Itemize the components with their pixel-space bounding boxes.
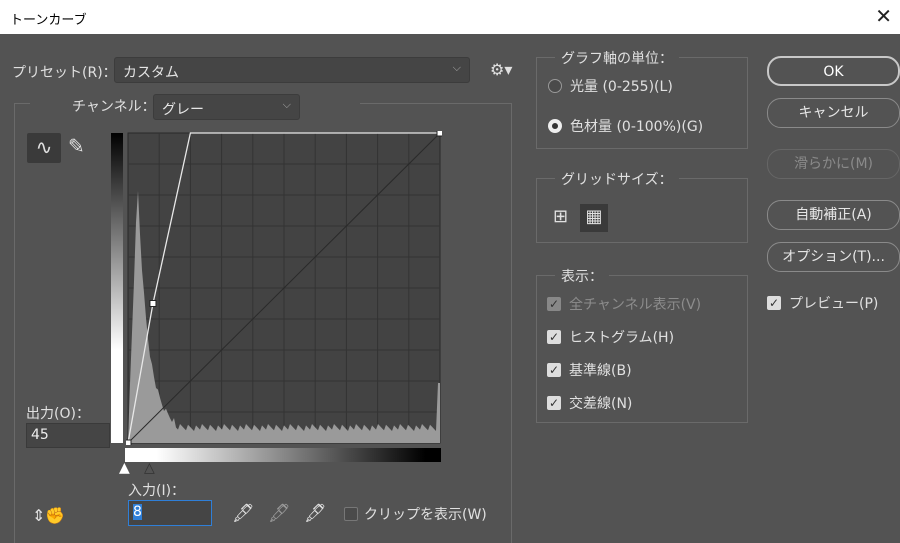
- chevron-down-icon: ⌵: [452, 61, 461, 74]
- pigment-radio[interactable]: [548, 119, 562, 133]
- preset-select[interactable]: カスタム ⌵: [114, 57, 470, 83]
- intersection-checkbox[interactable]: ✓: [547, 396, 561, 410]
- black-eyedropper-icon[interactable]: 🖋: [232, 503, 255, 524]
- grid-size-title: グリッドサイズ：: [555, 169, 679, 189]
- baseline-label: 基準線(B): [569, 363, 632, 379]
- preset-label: プリセット(R)：: [12, 65, 117, 81]
- baseline-checkbox[interactable]: ✓: [547, 363, 561, 377]
- hand-adjust-icon[interactable]: ⇕✊: [32, 506, 65, 525]
- window-title: トーンカーブ: [10, 13, 87, 28]
- pigment-label: 色材量 (0-100%)(G): [570, 119, 704, 135]
- channel-select[interactable]: グレー ⌵: [153, 94, 300, 120]
- intersection-label: 交差線(N): [569, 396, 633, 412]
- histogram-label: ヒストグラム(H): [569, 330, 675, 346]
- black-point-slider[interactable]: △: [144, 460, 155, 476]
- close-icon[interactable]: ✕: [875, 4, 892, 28]
- output-field[interactable]: 45: [26, 423, 110, 448]
- input-gradient-bar: [125, 448, 441, 462]
- display-title: 表示：: [555, 266, 609, 286]
- gray-eyedropper-icon[interactable]: 🖋: [268, 503, 291, 524]
- input-field[interactable]: 8: [128, 500, 212, 526]
- light-radio[interactable]: [548, 79, 562, 93]
- curve-point[interactable]: [126, 439, 132, 445]
- auto-button[interactable]: 自動補正(A): [767, 200, 900, 230]
- grid-coarse-icon[interactable]: ⊞: [553, 206, 568, 227]
- input-label: 入力(I)：: [128, 483, 186, 499]
- clip-label: クリップを表示(W): [364, 507, 487, 523]
- ok-button[interactable]: OK: [767, 56, 900, 86]
- curve-point[interactable]: [149, 300, 157, 307]
- cancel-button[interactable]: キャンセル: [767, 98, 900, 128]
- channel-label: チャンネル：: [72, 99, 156, 115]
- axis-unit-title: グラフ軸の単位：: [555, 48, 679, 68]
- all-channels-label: 全チャンネル表示(V): [569, 297, 702, 313]
- gear-icon[interactable]: ⚙▾: [490, 60, 512, 79]
- grid-fine-icon[interactable]: ▦: [580, 204, 608, 232]
- curve-graph[interactable]: [126, 131, 442, 445]
- chevron-down-icon: ⌵: [282, 98, 291, 111]
- input-value: 8: [133, 504, 142, 520]
- preview-label: プレビュー(P): [789, 296, 879, 312]
- light-label: 光量 (0-255)(L): [570, 79, 673, 95]
- curve-point[interactable]: [436, 131, 442, 137]
- all-channels-checkbox[interactable]: ✓: [547, 297, 561, 311]
- histogram-checkbox[interactable]: ✓: [547, 330, 561, 344]
- options-button[interactable]: オプション(T)...: [767, 242, 900, 272]
- clip-checkbox[interactable]: [344, 507, 358, 521]
- channel-value: グレー: [162, 102, 204, 118]
- white-eyedropper-icon[interactable]: 🖋: [304, 503, 327, 524]
- smooth-button[interactable]: 滑らかに(M): [767, 149, 900, 179]
- preset-value: カスタム: [123, 65, 179, 81]
- title-bar: トーンカーブ ✕: [0, 0, 900, 34]
- output-gradient-bar: [111, 133, 123, 443]
- pencil-icon[interactable]: ✎: [68, 134, 85, 158]
- curve-tool-icon[interactable]: ∿: [27, 133, 61, 163]
- preview-checkbox[interactable]: ✓: [767, 296, 781, 310]
- white-point-slider[interactable]: ▲: [119, 460, 130, 476]
- output-label: 出力(O)：: [26, 406, 90, 422]
